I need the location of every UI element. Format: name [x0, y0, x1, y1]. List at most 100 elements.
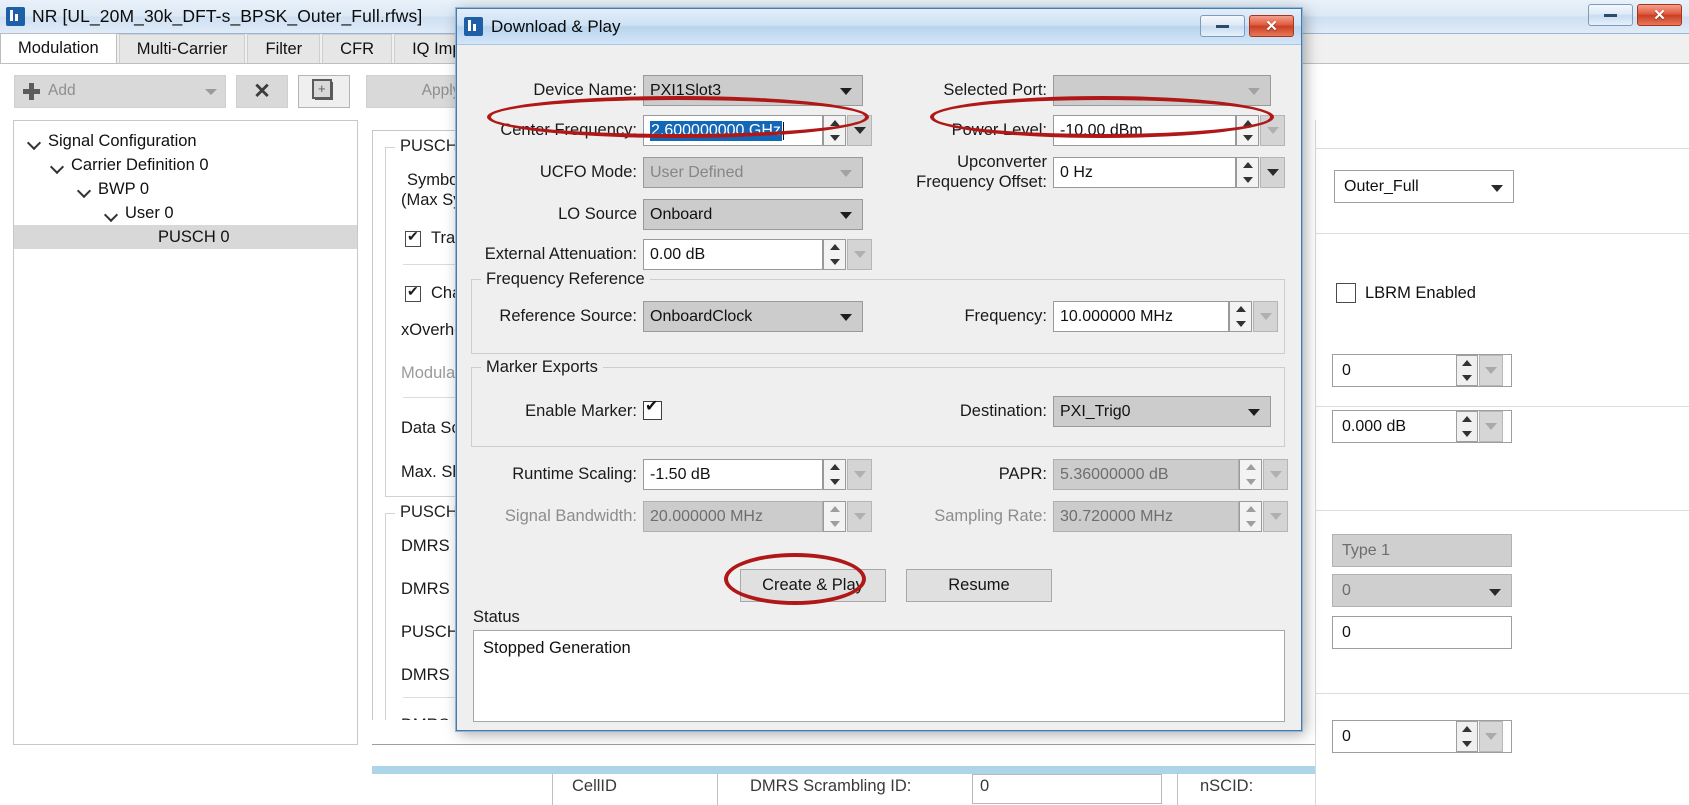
upconverter-offset-input[interactable]: 0 Hz: [1053, 157, 1236, 188]
papr-input: 5.36000000 dB: [1053, 459, 1239, 490]
plus-icon: [23, 82, 40, 100]
tab-cfr[interactable]: CFR: [322, 34, 393, 63]
frequency-reference-title: Frequency Reference: [481, 270, 650, 289]
channel-coding-checkbox[interactable]: [405, 284, 421, 302]
tree-item-label: Signal Configuration: [48, 131, 197, 150]
lo-source-label: LO Source: [558, 205, 637, 223]
device-name-value: PXI1Slot3: [650, 81, 722, 99]
lo-source-combo[interactable]: Onboard: [643, 199, 863, 230]
tab-multi-carrier[interactable]: Multi-Carrier: [118, 34, 246, 63]
tree-item-signal-configuration[interactable]: Signal Configuration: [14, 129, 357, 153]
dmrs-scrambling-id-input[interactable]: [972, 774, 1162, 804]
name-field[interactable]: Outer_Full: [1334, 170, 1514, 203]
chevron-down-icon[interactable]: [105, 207, 118, 220]
value-a: 0: [1342, 361, 1351, 379]
tree-item-bwp-0[interactable]: BWP 0: [14, 177, 357, 201]
lbrm-enabled-row[interactable]: LBRM Enabled: [1336, 283, 1476, 303]
enable-marker-checkbox[interactable]: [643, 399, 662, 420]
reference-frequency-input[interactable]: 10.000000 MHz: [1053, 301, 1229, 332]
ucfo-mode-label: UCFO Mode:: [539, 163, 637, 181]
tree-item-user-0[interactable]: User 0: [14, 201, 357, 225]
divider: [552, 774, 553, 805]
name-value: Outer_Full: [1344, 177, 1419, 195]
runtime-scaling-unit-dropdown[interactable]: [847, 459, 872, 490]
add-button[interactable]: Add: [14, 74, 226, 108]
runtime-scaling-input[interactable]: -1.50 dB: [643, 459, 823, 490]
ucfo-mode-value: User Defined: [650, 163, 744, 181]
reference-frequency-stepper[interactable]: [1229, 301, 1252, 332]
center-frequency-input[interactable]: 2.600000000 GHz: [643, 115, 823, 146]
sampling-rate-unit-dropdown: [1263, 501, 1288, 532]
chevron-down-icon[interactable]: [78, 183, 91, 196]
transform-precoding-checkbox[interactable]: [405, 229, 421, 247]
runtime-scaling-stepper[interactable]: [823, 459, 846, 490]
destination-combo[interactable]: PXI_Trig0: [1053, 396, 1271, 427]
upconverter-offset-label-line2: Frequency Offset:: [916, 173, 1047, 191]
tab-modulation[interactable]: Modulation: [0, 33, 117, 63]
value-c: 0: [1342, 623, 1351, 641]
app-title: NR [UL_20M_30k_DFT-s_BPSK_Outer_Full.rfw…: [32, 6, 423, 26]
value-a-dropdown[interactable]: [1479, 355, 1503, 386]
value-d-stepper[interactable]: [1456, 721, 1478, 752]
chevron-down-icon[interactable]: [28, 135, 41, 148]
divider: [1316, 148, 1689, 149]
runtime-scaling-label: Runtime Scaling:: [512, 465, 637, 483]
center-frequency-stepper[interactable]: [823, 115, 846, 146]
app-window-controls: ✕: [1588, 4, 1682, 26]
value-a-stepper[interactable]: [1456, 355, 1478, 386]
screen-root: NR [UL_20M_30k_DFT-s_BPSK_Outer_Full.rfw…: [0, 0, 1689, 805]
power-level-stepper[interactable]: [1236, 115, 1259, 146]
add-button-label: Add: [48, 82, 76, 99]
minimize-icon[interactable]: [1200, 15, 1245, 37]
power-level-input[interactable]: -10.00 dBm: [1053, 115, 1236, 146]
papr-label: PAPR:: [998, 465, 1047, 483]
chevron-down-icon: [1489, 589, 1501, 596]
minimize-icon[interactable]: [1588, 4, 1633, 26]
close-icon[interactable]: ✕: [1249, 15, 1294, 37]
cell-id-label: CellID: [572, 777, 617, 795]
external-attenuation-stepper[interactable]: [823, 239, 846, 270]
value-d-dropdown[interactable]: [1479, 721, 1503, 752]
chevron-down-icon: [1248, 409, 1260, 416]
mapping-type-value: Type 1: [1342, 541, 1391, 559]
value-db: 0.000 dB: [1342, 417, 1407, 435]
dialog-titlebar: Download & Play ✕: [457, 9, 1301, 45]
value-d: 0: [1342, 727, 1351, 745]
power-level-unit-dropdown[interactable]: [1260, 115, 1285, 146]
value-db-stepper[interactable]: [1456, 411, 1478, 442]
signal-bandwidth-input: 20.000000 MHz: [643, 501, 823, 532]
lo-source-value: Onboard: [650, 205, 713, 223]
resume-button[interactable]: Resume: [906, 569, 1052, 602]
delete-button[interactable]: ✕: [236, 74, 288, 108]
window-edge: [372, 766, 1315, 774]
ni-logo-icon: [6, 7, 25, 26]
tree-item-carrier-definition-0[interactable]: Carrier Definition 0: [14, 153, 357, 177]
upconverter-offset-stepper[interactable]: [1236, 157, 1259, 188]
divider: [1316, 510, 1689, 511]
chevron-down-icon: [840, 314, 852, 321]
papr-unit-dropdown: [1263, 459, 1288, 490]
papr-stepper: [1239, 459, 1262, 490]
tree-item-pusch-0[interactable]: PUSCH 0: [14, 225, 357, 249]
ni-logo-icon: [464, 17, 483, 36]
divider: [372, 744, 1315, 745]
value-db-dropdown[interactable]: [1479, 411, 1503, 442]
reference-frequency-unit-dropdown[interactable]: [1253, 301, 1278, 332]
external-attenuation-input[interactable]: 0.00 dB: [643, 239, 823, 270]
value-b: 0: [1342, 581, 1351, 599]
x-icon: ✕: [253, 79, 271, 103]
chevron-down-icon[interactable]: [51, 159, 64, 172]
upconverter-offset-unit-dropdown[interactable]: [1260, 157, 1285, 188]
value-field-c[interactable]: 0: [1332, 616, 1512, 649]
divider: [717, 774, 718, 805]
create-and-play-button[interactable]: Create & Play: [740, 569, 886, 602]
lbrm-enabled-checkbox[interactable]: [1336, 283, 1356, 303]
reference-source-label: Reference Source:: [499, 307, 637, 325]
external-attenuation-unit-dropdown[interactable]: [847, 239, 872, 270]
tab-filter[interactable]: Filter: [247, 34, 321, 63]
device-name-combo[interactable]: PXI1Slot3: [643, 75, 863, 106]
center-frequency-unit-dropdown[interactable]: [847, 115, 872, 146]
duplicate-button[interactable]: [298, 74, 350, 108]
close-icon[interactable]: ✕: [1637, 4, 1682, 26]
reference-source-combo[interactable]: OnboardClock: [643, 301, 863, 332]
